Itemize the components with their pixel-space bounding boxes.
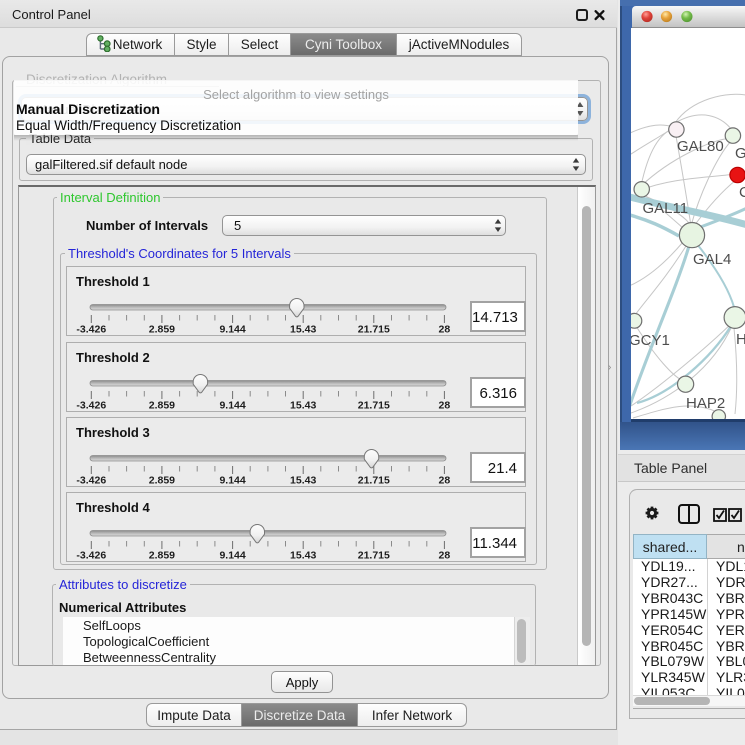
svg-text:2.859: 2.859 <box>149 549 175 561</box>
svg-text:GA: GA <box>735 145 745 162</box>
svg-text:HAP2: HAP2 <box>686 395 725 412</box>
svg-text:H: H <box>736 331 745 348</box>
svg-text:GAL11: GAL11 <box>643 200 689 217</box>
svg-text:21.715: 21.715 <box>358 399 390 411</box>
svg-text:28: 28 <box>439 324 451 336</box>
svg-text:-3.426: -3.426 <box>76 324 106 336</box>
svg-text:21.715: 21.715 <box>358 549 390 561</box>
svg-text:28: 28 <box>439 549 451 561</box>
svg-text:GCY1: GCY1 <box>631 332 670 349</box>
svg-text:9.144: 9.144 <box>219 474 245 486</box>
svg-text:15.43: 15.43 <box>290 474 316 486</box>
svg-text:15.43: 15.43 <box>290 549 316 561</box>
svg-text:21.715: 21.715 <box>358 474 390 486</box>
svg-text:15.43: 15.43 <box>290 324 316 336</box>
svg-text:9.144: 9.144 <box>219 549 245 561</box>
svg-text:GAL80: GAL80 <box>677 138 724 155</box>
svg-text:-3.426: -3.426 <box>76 399 106 411</box>
svg-text:2.859: 2.859 <box>149 399 175 411</box>
svg-text:28: 28 <box>439 474 451 486</box>
svg-text:28: 28 <box>439 399 451 411</box>
svg-text:C: C <box>739 184 745 201</box>
svg-text:2.859: 2.859 <box>149 474 175 486</box>
svg-text:2.859: 2.859 <box>149 324 175 336</box>
svg-text:-3.426: -3.426 <box>76 474 106 486</box>
svg-text:21.715: 21.715 <box>358 324 390 336</box>
svg-text:9.144: 9.144 <box>219 399 245 411</box>
svg-text:GAL4: GAL4 <box>693 251 731 268</box>
svg-text:15.43: 15.43 <box>290 399 316 411</box>
svg-text:-3.426: -3.426 <box>76 549 106 561</box>
svg-text:9.144: 9.144 <box>219 324 245 336</box>
